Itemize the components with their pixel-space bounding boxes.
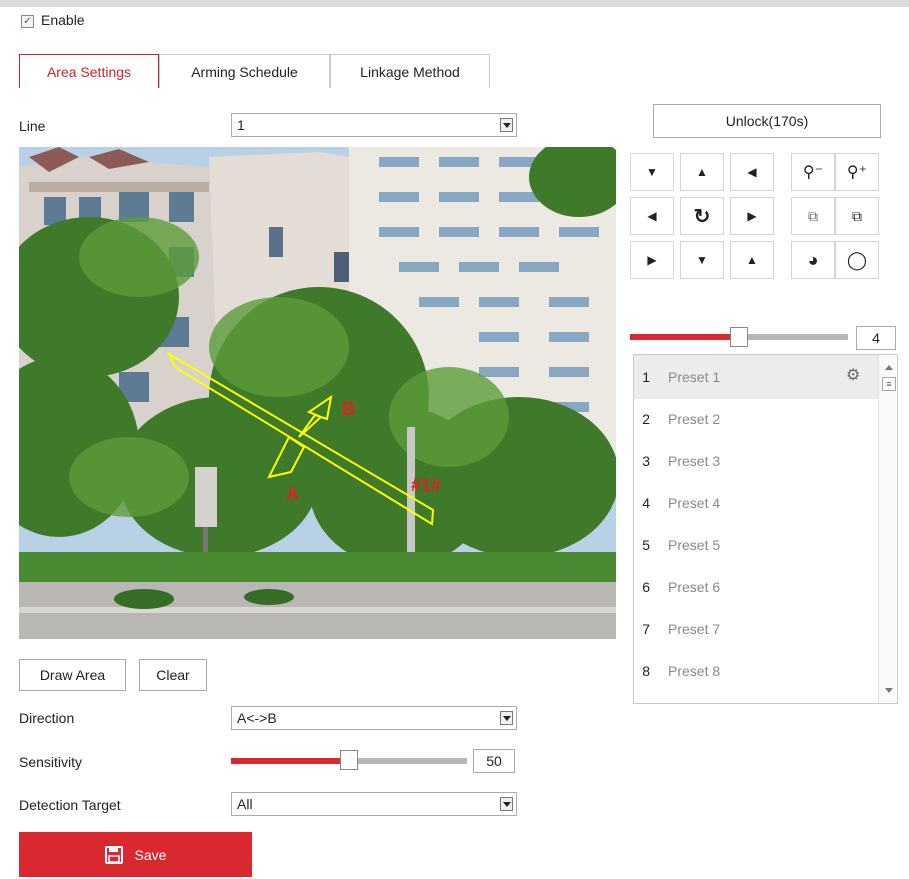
preset-number: 3 bbox=[642, 453, 650, 469]
arrow-up-icon: ▲ bbox=[746, 253, 758, 267]
scroll-thumb-icon[interactable]: ≡ bbox=[882, 377, 896, 391]
focus-far-button[interactable]: ⧉ bbox=[835, 197, 879, 235]
focus-near-icon: ⧉ bbox=[808, 207, 818, 224]
draw-area-button[interactable]: Draw Area bbox=[19, 659, 126, 691]
save-button[interactable]: Save bbox=[19, 832, 252, 877]
iris-close-icon: ◕ bbox=[807, 249, 819, 270]
zoom-in-icon: ⚲⁺ bbox=[846, 164, 868, 181]
preset-scrollbar[interactable]: ≡ bbox=[878, 355, 897, 703]
ptz-speed-slider-handle[interactable] bbox=[730, 327, 748, 347]
preset-number: 5 bbox=[642, 537, 650, 553]
arrow-up-icon: ▲ bbox=[696, 165, 708, 179]
preset-item[interactable]: 1 Preset 1 bbox=[634, 356, 877, 398]
clear-button[interactable]: Clear bbox=[139, 659, 207, 691]
camera-scene bbox=[19, 147, 616, 639]
preset-name: Preset 8 bbox=[668, 663, 721, 679]
detection-target-select[interactable]: All bbox=[231, 792, 517, 816]
unlock-button[interactable]: Unlock(170s) bbox=[653, 104, 881, 138]
ptz-up-left-button[interactable]: ▼ bbox=[630, 153, 674, 191]
tab-area-settings[interactable]: Area Settings bbox=[19, 54, 159, 88]
sensitivity-value[interactable]: 50 bbox=[473, 749, 515, 773]
preset-name: Preset 1 bbox=[668, 369, 721, 385]
ptz-left-button[interactable]: ◀ bbox=[630, 197, 674, 235]
direction-label: Direction bbox=[19, 710, 75, 726]
preset-item[interactable]: 5 Preset 5 bbox=[634, 524, 877, 566]
chevron-down-icon bbox=[500, 711, 513, 725]
ptz-down-button[interactable]: ▼ bbox=[680, 241, 724, 279]
floppy-disk-icon bbox=[104, 845, 123, 864]
sensitivity-label: Sensitivity bbox=[19, 754, 83, 770]
direction-select[interactable]: A<->B bbox=[231, 706, 517, 730]
enable-label: Enable bbox=[41, 12, 85, 28]
preset-name: Preset 3 bbox=[668, 453, 721, 469]
tab-arming-schedule[interactable]: Arming Schedule bbox=[159, 54, 330, 88]
ptz-auto-button[interactable]: ↻ bbox=[680, 197, 724, 235]
ptz-up-right-button[interactable]: ◀ bbox=[730, 153, 774, 191]
preset-item[interactable]: 3 Preset 3 bbox=[634, 440, 877, 482]
focus-far-icon: ⧉ bbox=[852, 207, 862, 224]
arrow-down-left-icon: ▼ bbox=[646, 165, 658, 179]
arrow-left-icon: ◀ bbox=[647, 209, 657, 223]
top-border bbox=[0, 0, 909, 7]
focus-near-button[interactable]: ⧉ bbox=[791, 197, 835, 235]
rotate-icon: ↻ bbox=[693, 205, 711, 228]
ptz-down-left-button[interactable]: ▶ bbox=[630, 241, 674, 279]
arrow-down-right-icon: ◀ bbox=[747, 165, 757, 179]
ptz-down-right-button[interactable]: ▲ bbox=[730, 241, 774, 279]
line-select[interactable]: 1 bbox=[231, 113, 517, 137]
iris-open-button[interactable]: ◯ bbox=[835, 241, 879, 279]
preset-number: 4 bbox=[642, 495, 650, 511]
preset-name: Preset 4 bbox=[668, 495, 721, 511]
preset-number: 6 bbox=[642, 579, 650, 595]
preset-name: Preset 7 bbox=[668, 621, 721, 637]
zoom-out-button[interactable]: ⚲⁻ bbox=[791, 153, 835, 191]
ptz-speed-value[interactable]: 4 bbox=[856, 326, 896, 350]
iris-close-button[interactable]: ◕ bbox=[791, 241, 835, 279]
preset-number: 1 bbox=[642, 369, 650, 385]
detection-target-label: Detection Target bbox=[19, 797, 121, 813]
chevron-down-icon bbox=[500, 797, 513, 811]
camera-view[interactable]: B A #1# bbox=[19, 147, 616, 639]
sensitivity-slider-handle[interactable] bbox=[340, 750, 358, 770]
chevron-down-icon bbox=[500, 118, 513, 132]
iris-open-icon: ◯ bbox=[846, 249, 868, 270]
preset-number: 7 bbox=[642, 621, 650, 637]
preset-name: Preset 2 bbox=[668, 411, 721, 427]
scroll-down-icon[interactable] bbox=[885, 688, 893, 693]
enable-checkbox[interactable]: ✓ bbox=[21, 15, 34, 28]
ptz-right-button[interactable]: ▶ bbox=[730, 197, 774, 235]
line-select-value: 1 bbox=[237, 117, 245, 133]
arrow-down-icon: ▼ bbox=[696, 253, 708, 267]
label-a: A bbox=[286, 484, 299, 504]
preset-list: 1 Preset 1 2 Preset 2 3 Preset 3 4 Preset 4 5 Pre… bbox=[633, 354, 898, 704]
preset-number: 8 bbox=[642, 663, 650, 679]
ptz-up-button[interactable]: ▲ bbox=[680, 153, 724, 191]
preset-item[interactable]: 7 Preset 7 bbox=[634, 608, 877, 650]
scroll-up-icon[interactable] bbox=[885, 365, 893, 370]
arrow-right-icon: ▶ bbox=[747, 209, 757, 223]
preset-name: Preset 6 bbox=[668, 579, 721, 595]
save-label: Save bbox=[134, 846, 167, 863]
preset-item[interactable]: 4 Preset 4 bbox=[634, 482, 877, 524]
tab-linkage-method[interactable]: Linkage Method bbox=[330, 54, 490, 88]
gear-icon[interactable]: ⚙ bbox=[846, 365, 860, 385]
sensitivity-slider-fill bbox=[231, 758, 349, 764]
line-id-label: #1# bbox=[411, 475, 442, 495]
line-label: Line bbox=[19, 118, 46, 134]
ptz-speed-slider-fill bbox=[630, 334, 739, 340]
preset-item[interactable]: 2 Preset 2 bbox=[634, 398, 877, 440]
zoom-out-icon: ⚲⁻ bbox=[802, 164, 824, 181]
direction-select-value: A<->B bbox=[237, 710, 277, 726]
detection-target-select-value: All bbox=[237, 796, 253, 812]
preset-item[interactable]: 6 Preset 6 bbox=[634, 566, 877, 608]
arrow-right-icon: ▶ bbox=[647, 253, 657, 267]
preset-name: Preset 5 bbox=[668, 537, 721, 553]
preset-item[interactable]: 8 Preset 8 bbox=[634, 650, 877, 692]
zoom-in-button[interactable]: ⚲⁺ bbox=[835, 153, 879, 191]
label-b: B bbox=[342, 399, 355, 419]
preset-number: 2 bbox=[642, 411, 650, 427]
